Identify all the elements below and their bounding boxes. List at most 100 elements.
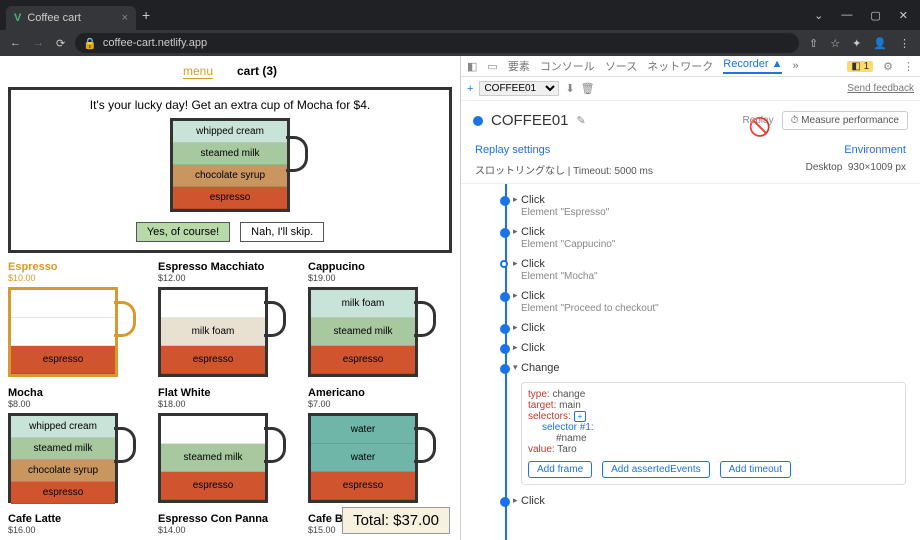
timeline-step[interactable]: ▾ Change bbox=[501, 358, 920, 378]
step-sub: Element "Proceed to checkout" bbox=[521, 303, 910, 314]
timeline-step[interactable]: ▸ Click Element "Proceed to checkout" bbox=[501, 286, 920, 318]
promo-no-button[interactable]: Nah, I'll skip. bbox=[240, 222, 324, 242]
expand-arrow-icon[interactable]: ▸ bbox=[513, 194, 518, 205]
recording-header: COFFEE01 ✎ Replay🚫 ⏱ Measure performance bbox=[461, 101, 920, 140]
timeline-step[interactable]: ▸ Click Element "Espresso" bbox=[501, 190, 920, 222]
product-cappucino[interactable]: Cappucino $19.00 milk foamsteamed milkesp… bbox=[308, 261, 448, 377]
devtools-tabs: ◧ ▭ 要素 コンソール ソース ネットワーク Recorder ▲ » ◧ 1… bbox=[461, 56, 920, 77]
close-window-icon[interactable]: ✕ bbox=[899, 9, 908, 22]
product-price: $19.00 bbox=[308, 273, 448, 283]
tab-elements[interactable]: 要素 bbox=[508, 58, 530, 74]
expand-arrow-icon[interactable]: ▸ bbox=[513, 226, 518, 237]
tab-network[interactable]: ネットワーク bbox=[647, 58, 713, 74]
timeline-step[interactable]: ▸ Click Element "Mocha" bbox=[501, 254, 920, 286]
edit-icon[interactable]: ✎ bbox=[577, 114, 586, 127]
browser-tabstrip: V Coffee cart × + ⌄ — ▢ ✕ bbox=[0, 0, 920, 30]
expand-arrow-icon[interactable]: ▸ bbox=[513, 342, 518, 353]
expand-arrow-icon[interactable]: ▸ bbox=[513, 258, 518, 269]
environment-label[interactable]: Environment bbox=[844, 144, 906, 156]
measure-performance-button[interactable]: ⏱ Measure performance bbox=[782, 111, 908, 130]
timeline-step[interactable]: ▸ Click bbox=[501, 338, 920, 358]
product-americano[interactable]: Americano $7.00waterwaterespresso bbox=[308, 387, 448, 503]
timeout-value: Timeout: 5000 ms bbox=[573, 166, 653, 177]
tab-recorder[interactable]: Recorder ▲ bbox=[723, 58, 782, 74]
send-feedback-link[interactable]: Send feedback bbox=[847, 83, 914, 94]
step-label: Click bbox=[521, 226, 910, 238]
add-timeout-button[interactable]: Add timeout bbox=[720, 461, 791, 478]
new-tab-button[interactable]: + bbox=[142, 7, 150, 23]
delete-icon[interactable]: 🗑 bbox=[581, 82, 595, 95]
product-espresso-con-panna[interactable]: Espresso Con Panna $14.00 bbox=[158, 513, 298, 535]
promo-text: It's your lucky day! Get an extra cup of… bbox=[19, 98, 441, 112]
blocked-icon: 🚫 bbox=[748, 117, 770, 138]
step-sub: Element "Mocha" bbox=[521, 271, 910, 282]
expand-arrow-icon[interactable]: ▸ bbox=[513, 495, 518, 506]
timeline-step[interactable]: ▸ Click Element "Cappucino" bbox=[501, 222, 920, 254]
close-tab-icon[interactable]: × bbox=[122, 12, 128, 24]
download-icon[interactable]: ⬇ bbox=[565, 82, 574, 95]
product-name: Espresso Macchiato bbox=[158, 261, 298, 273]
add-frame-button[interactable]: Add frame bbox=[528, 461, 592, 478]
reload-icon[interactable]: ⟳ bbox=[56, 37, 65, 50]
settings-gear-icon[interactable]: ⚙ bbox=[883, 60, 893, 73]
product-espresso[interactable]: Espresso $10.00espresso bbox=[8, 261, 148, 377]
product-mug: milk foamsteamed milkespresso bbox=[308, 287, 418, 377]
cart-total[interactable]: Total: $37.00 bbox=[342, 507, 450, 534]
product-espresso-macchiato[interactable]: Espresso Macchiato $12.00milk foamespres… bbox=[158, 261, 298, 377]
tab-sources[interactable]: ソース bbox=[605, 58, 637, 74]
replay-button: Replay🚫 bbox=[742, 115, 773, 126]
url-box[interactable]: 🔒 coffee-cart.netlify.app bbox=[75, 33, 799, 53]
share-icon[interactable]: ⇧ bbox=[809, 37, 818, 50]
product-mocha[interactable]: Mocha $8.00whipped creamsteamed milkchoc… bbox=[8, 387, 148, 503]
step-label: Click bbox=[521, 290, 910, 302]
product-mug: milk foamespresso bbox=[158, 287, 268, 377]
recording-select[interactable]: COFFEE01 bbox=[479, 81, 559, 96]
product-cafe-latte[interactable]: Cafe Latte $16.00 bbox=[8, 513, 148, 535]
layer-espresso: espresso bbox=[173, 187, 287, 209]
maximize-icon[interactable]: ▢ bbox=[870, 9, 880, 22]
mug-handle-icon bbox=[264, 301, 286, 337]
minimize-icon[interactable]: — bbox=[841, 9, 852, 22]
product-price: $18.00 bbox=[158, 399, 298, 409]
replay-settings-label[interactable]: Replay settings bbox=[475, 144, 550, 156]
layer: espresso bbox=[11, 346, 115, 374]
product-price: $8.00 bbox=[8, 399, 148, 409]
devtools-menu-icon[interactable]: ⋮ bbox=[903, 60, 914, 73]
star-icon[interactable]: ☆ bbox=[830, 37, 840, 50]
add-asserted-events-button[interactable]: Add assertedEvents bbox=[602, 461, 710, 478]
tab-console[interactable]: コンソール bbox=[540, 58, 595, 74]
nav-menu[interactable]: menu bbox=[183, 64, 213, 79]
expand-arrow-icon[interactable]: ▸ bbox=[513, 322, 518, 333]
mug-handle-icon bbox=[264, 427, 286, 463]
product-price: $10.00 bbox=[8, 273, 148, 283]
back-icon[interactable]: ← bbox=[10, 37, 21, 50]
device-icon[interactable]: ▭ bbox=[487, 60, 497, 73]
step-bullet-icon bbox=[500, 344, 510, 354]
timeline-step[interactable]: ▸ Click bbox=[501, 491, 920, 511]
timeline-step[interactable]: ▸ Click bbox=[501, 318, 920, 338]
browser-tab[interactable]: V Coffee cart × bbox=[6, 6, 136, 30]
warning-badge[interactable]: ◧ 1 bbox=[847, 61, 873, 72]
product-price: $14.00 bbox=[158, 525, 298, 535]
layer: espresso bbox=[311, 346, 415, 374]
profile-icon[interactable]: 👤 bbox=[873, 37, 887, 50]
menu-dots-icon[interactable]: ⋮ bbox=[899, 37, 910, 50]
add-recording-icon[interactable]: + bbox=[467, 83, 473, 95]
add-selector-icon[interactable]: + bbox=[574, 411, 587, 422]
extensions-icon[interactable]: ✦ bbox=[852, 37, 861, 50]
expand-arrow-icon[interactable]: ▾ bbox=[513, 362, 518, 373]
address-bar: ← → ⟳ 🔒 coffee-cart.netlify.app ⇧ ☆ ✦ 👤 … bbox=[0, 30, 920, 56]
expand-arrow-icon[interactable]: ▸ bbox=[513, 290, 518, 301]
product-flat-white[interactable]: Flat White $18.00steamed milkespresso bbox=[158, 387, 298, 503]
layer: steamed milk bbox=[311, 318, 415, 346]
product-name: Cappucino bbox=[308, 261, 448, 273]
tabs-overflow-icon[interactable]: » bbox=[792, 60, 798, 72]
layer bbox=[11, 318, 115, 346]
promo-yes-button[interactable]: Yes, of course! bbox=[136, 222, 230, 242]
chevron-down-icon[interactable]: ⌄ bbox=[814, 9, 823, 22]
nav-cart[interactable]: cart (3) bbox=[237, 64, 277, 79]
layer: water bbox=[311, 416, 415, 444]
product-mug: waterwaterespresso bbox=[308, 413, 418, 503]
inspect-icon[interactable]: ◧ bbox=[467, 60, 477, 73]
product-name: Cafe Latte bbox=[8, 513, 148, 525]
